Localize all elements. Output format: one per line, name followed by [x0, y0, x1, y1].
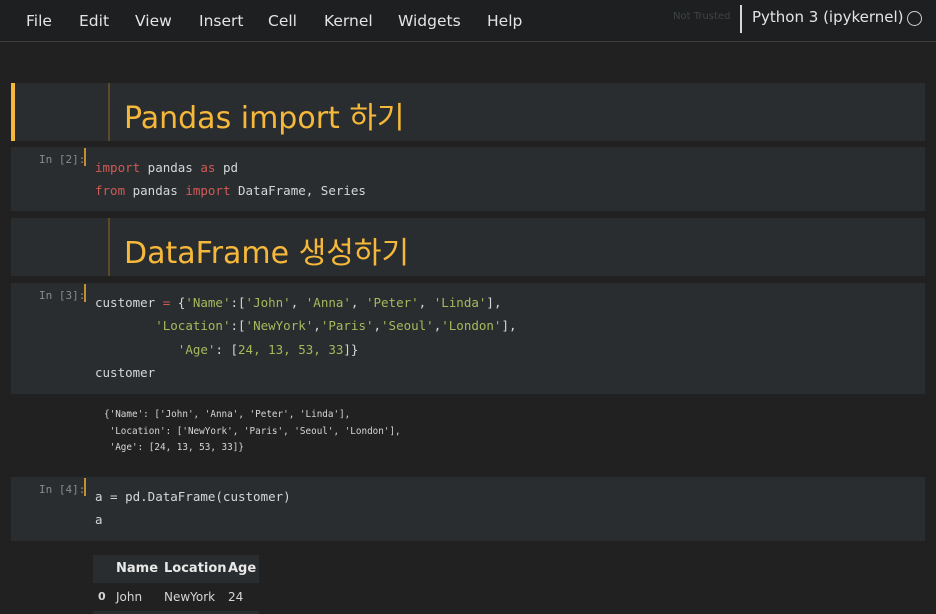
- output-line: 'Age': [24, 13, 53, 33]}: [104, 442, 244, 454]
- dataframe-cell: NewYork: [164, 590, 216, 604]
- code-string: 'Anna': [305, 295, 351, 310]
- code-string: 'John': [245, 295, 291, 310]
- code-text: a: [95, 512, 103, 528]
- code-text: customer: [95, 364, 156, 380]
- cell-edge-marker: [84, 148, 86, 166]
- code-text: :[: [230, 295, 246, 310]
- code-text: ,: [418, 295, 434, 310]
- selected-cell-indicator: [11, 83, 15, 141]
- code-editor[interactable]: import pandas as pd from pandas import D…: [95, 156, 366, 203]
- input-prompt: In [3]:: [39, 289, 86, 302]
- markdown-cell-heading-1[interactable]: Pandas import 하기: [11, 83, 925, 141]
- cell-edge-marker: [84, 478, 86, 496]
- code-text: ,: [290, 295, 306, 310]
- code-text: ,: [350, 295, 366, 310]
- menu-kernel[interactable]: Kernel: [324, 11, 373, 31]
- cell-edge-marker: [84, 284, 86, 302]
- code-string: 'Name': [185, 295, 231, 310]
- code-keyword: as: [200, 160, 216, 175]
- code-text: ]}: [343, 341, 359, 357]
- kernel-separator: [740, 5, 742, 33]
- code-editor[interactable]: customer = {'Name':['John', 'Anna', 'Pet…: [95, 291, 517, 384]
- code-number: 24, 13, 53, 33: [238, 341, 344, 357]
- code-text: :[: [230, 318, 246, 334]
- code-editor[interactable]: a = pd.DataFrame(customer) a: [95, 485, 291, 532]
- menu-widgets[interactable]: Widgets: [398, 11, 461, 31]
- code-keyword: import: [185, 183, 231, 199]
- menu-help[interactable]: Help: [487, 11, 522, 31]
- code-text: : [: [215, 341, 239, 357]
- heading-rule: [108, 218, 110, 276]
- menu-edit[interactable]: Edit: [79, 11, 109, 31]
- code-string: 'Peter': [365, 295, 419, 310]
- markdown-cell-heading-2[interactable]: DataFrame 생성하기: [11, 218, 925, 276]
- code-text: {: [170, 295, 186, 310]
- code-string: 'Age': [177, 341, 216, 357]
- dataframe-column-header: Location: [164, 561, 227, 576]
- cell-output-in3: {'Name': ['John', 'Anna', 'Peter', 'Lind…: [104, 407, 401, 457]
- code-string: 'NewYork': [245, 318, 314, 334]
- input-prompt: In [2]:: [39, 153, 86, 166]
- code-string: 'Paris': [320, 318, 374, 334]
- heading-dataframe-create: DataFrame 생성하기: [124, 236, 410, 271]
- code-cell-in4[interactable]: In [4]: a = pd.DataFrame(customer) a: [11, 477, 925, 541]
- code-text: ,: [373, 318, 382, 334]
- code-string: 'Seoul': [381, 318, 434, 334]
- heading-rule: [108, 83, 110, 141]
- heading-pandas-import: Pandas import 하기: [124, 101, 405, 136]
- code-text: ,: [313, 318, 321, 334]
- menu-file[interactable]: File: [26, 11, 52, 31]
- menu-cell[interactable]: Cell: [268, 11, 297, 31]
- code-keyword: import: [95, 160, 141, 175]
- dataframe-column-header: Age: [228, 561, 257, 576]
- code-text: customer: [95, 295, 163, 310]
- code-string: 'Linda': [433, 295, 487, 310]
- menu-insert[interactable]: Insert: [199, 11, 243, 31]
- code-string: 'London': [441, 318, 502, 334]
- trust-indicator[interactable]: Not Trusted: [673, 11, 730, 22]
- code-text: pandas: [125, 183, 186, 199]
- code-text: DataFrame, Series: [230, 183, 366, 199]
- dataframe-cell: 24: [228, 590, 244, 604]
- output-line: {'Name': ['John', 'Anna', 'Peter', 'Lind…: [104, 409, 351, 420]
- menu-view[interactable]: View: [135, 11, 172, 31]
- kernel-status-icon: [907, 11, 922, 26]
- code-text: pd: [215, 160, 239, 175]
- input-prompt: In [4]:: [39, 483, 86, 496]
- code-keyword: from: [95, 183, 126, 199]
- code-cell-in3[interactable]: In [3]: customer = {'Name':['John', 'Ann…: [11, 283, 925, 394]
- kernel-name[interactable]: Python 3 (ipykernel): [752, 8, 904, 26]
- code-text: pandas: [140, 160, 201, 175]
- code-string: 'Location': [155, 318, 231, 334]
- code-text: ],: [501, 318, 517, 334]
- dataframe-row-index: 0: [98, 590, 106, 603]
- dataframe-column-header: Name: [116, 561, 159, 576]
- code-cell-in2[interactable]: In [2]: import pandas as pd from pandas …: [11, 147, 925, 211]
- menu-bar: File Edit View Insert Cell Kernel Widget…: [0, 0, 936, 42]
- code-text: a = pd.DataFrame(customer): [95, 489, 291, 504]
- output-line: 'Location': ['NewYork', 'Paris', 'Seoul'…: [104, 425, 401, 437]
- code-text: ],: [486, 295, 502, 310]
- dataframe-cell: John: [116, 590, 143, 604]
